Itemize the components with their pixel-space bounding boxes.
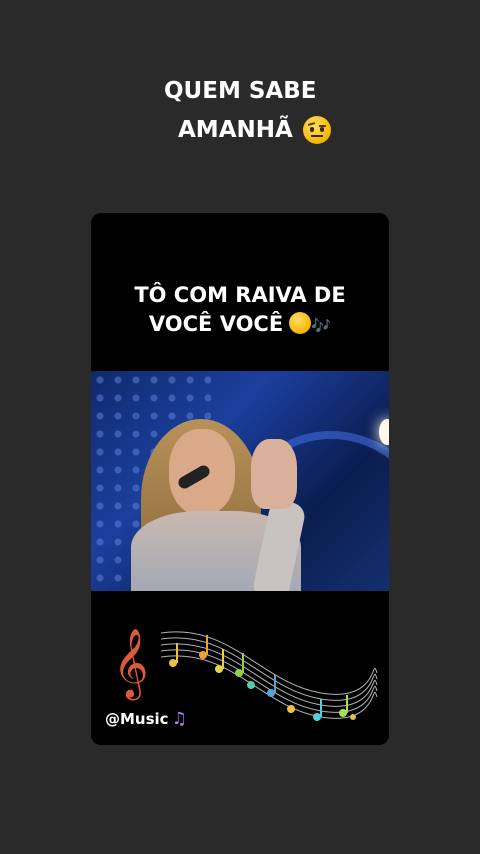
post-caption-line2-row: VOCÊ VOCÊ 🎶 [91,310,389,340]
story-text-line1: QUEM SABE [164,78,317,104]
story-text-line2: AMANHÃ [178,117,293,143]
post-caption-line1: TÔ COM RAIVA DE [134,283,346,307]
story-text-line2-row: AMANHÃ [178,116,331,144]
singer-photo [91,371,389,591]
svg-text:𝄞: 𝄞 [113,628,148,700]
music-notes-icon: 🎶 [311,316,332,335]
music-handle[interactable]: @Music ♫ [105,709,187,729]
music-note-icon: ♫ [171,709,187,729]
post-caption-line2: VOCÊ VOCÊ [148,312,284,336]
post-caption: TÔ COM RAIVA DE VOCÊ VOCÊ 🎶 [91,281,389,340]
smirking-face-icon [289,312,312,334]
music-handle-text: @Music [105,710,169,728]
raised-eyebrow-face-icon [302,116,331,144]
post-card[interactable]: TÔ COM RAIVA DE VOCÊ VOCÊ 🎶 𝄞 @Music ♫ [91,213,389,745]
